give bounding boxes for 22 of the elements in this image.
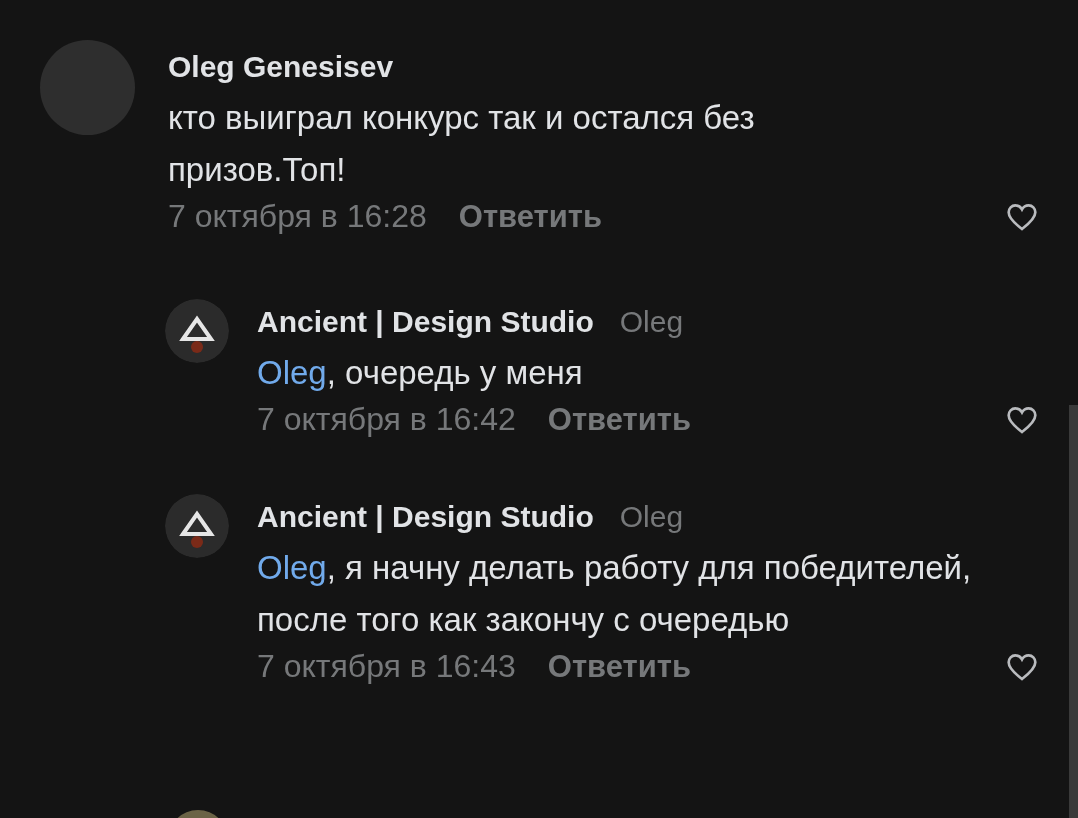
comment-date: 7 октября в 16:43 bbox=[257, 648, 516, 685]
reply-link[interactable]: Ответить bbox=[547, 648, 692, 685]
comment-date: 7 октября в 16:42 bbox=[257, 401, 516, 438]
comment-text: Oleg, очередь у меня bbox=[257, 353, 584, 393]
scrollbar[interactable] bbox=[1069, 405, 1078, 818]
mention-link[interactable]: Oleg bbox=[257, 549, 327, 586]
reply-link[interactable]: Ответить bbox=[458, 198, 603, 235]
reply-link[interactable]: Ответить bbox=[547, 401, 692, 438]
avatar[interactable] bbox=[165, 494, 229, 558]
author-name[interactable]: Oleg Genesisev bbox=[168, 50, 394, 84]
reply-to-name[interactable]: Oleg bbox=[619, 500, 684, 534]
heart-icon[interactable] bbox=[1006, 201, 1038, 232]
author-name[interactable]: Ancient | Design Studio bbox=[257, 305, 594, 339]
avatar[interactable] bbox=[165, 299, 229, 363]
heart-icon[interactable] bbox=[1006, 404, 1038, 435]
comment-date: 7 октября в 16:28 bbox=[168, 198, 427, 235]
comment-text: кто выиграл конкурс так и остался без призов.Топ! bbox=[168, 98, 756, 190]
comment-text: Oleg, я начну делать работу для победителей, после того как закончу с очередью bbox=[257, 548, 973, 640]
author-name[interactable]: Ancient | Design Studio bbox=[257, 500, 594, 534]
mention-link[interactable]: Oleg bbox=[257, 354, 327, 391]
heart-icon[interactable] bbox=[1006, 651, 1038, 682]
reply-to-name[interactable]: Oleg bbox=[619, 305, 684, 339]
